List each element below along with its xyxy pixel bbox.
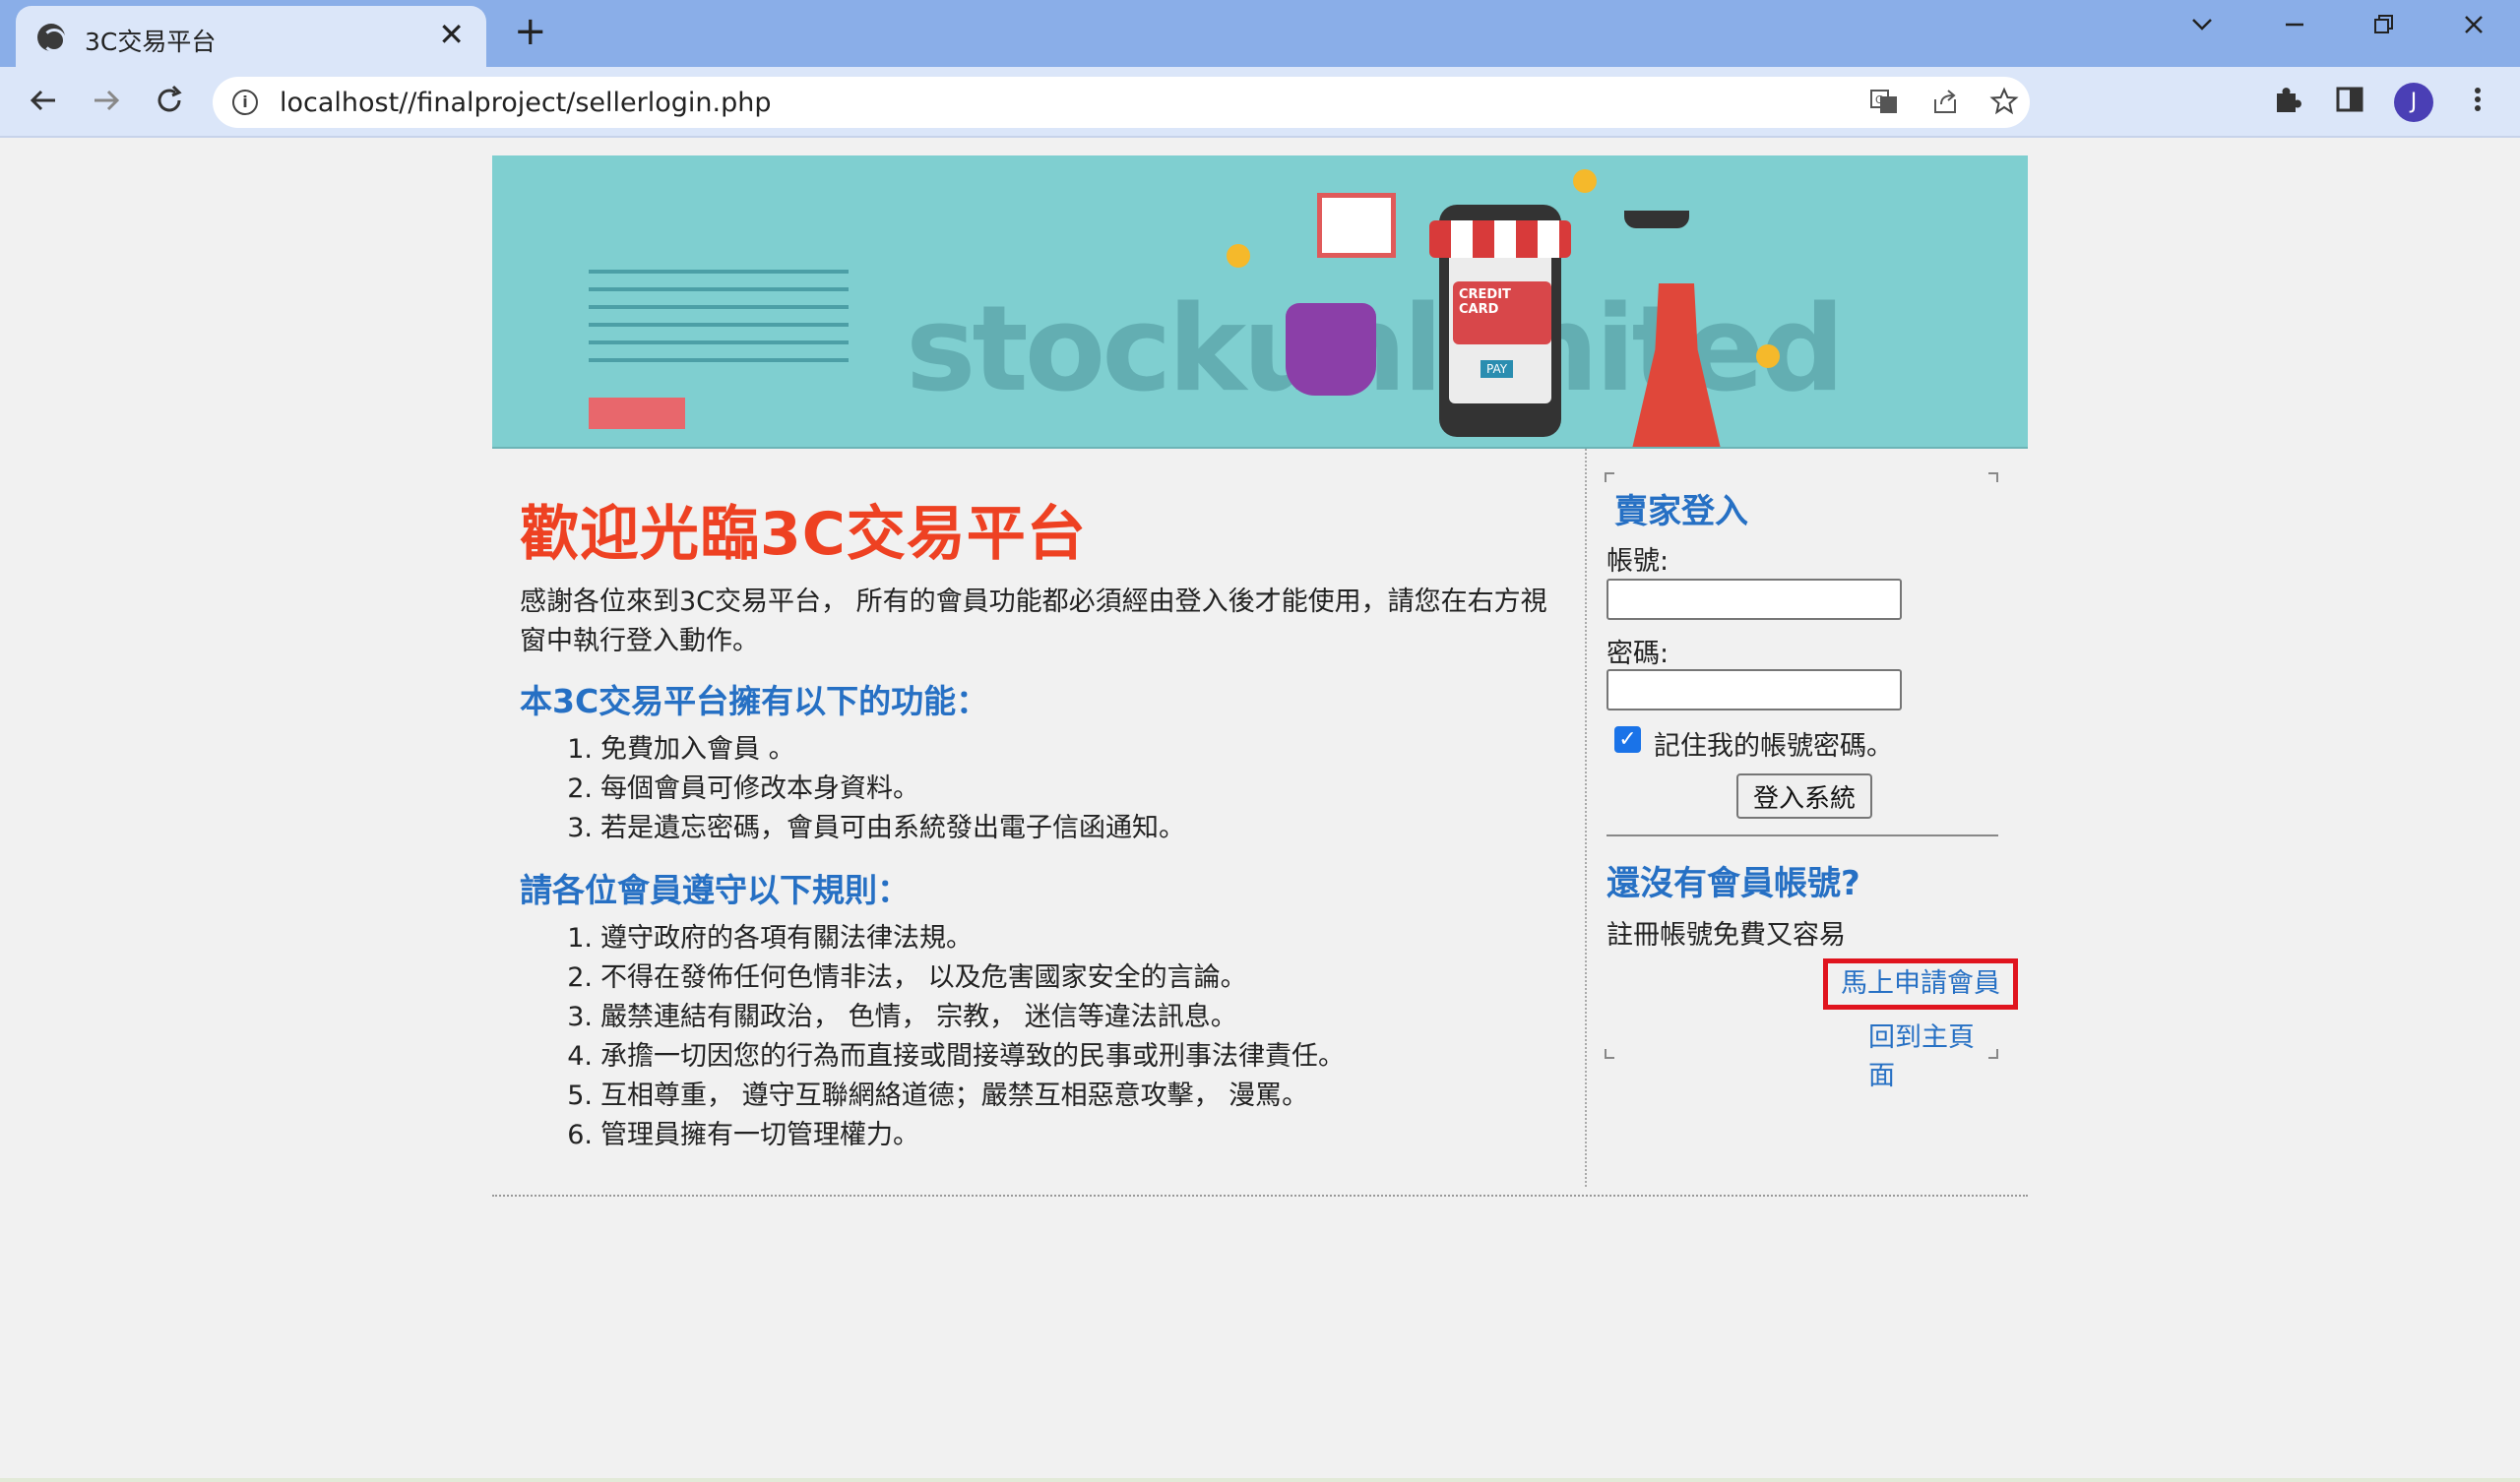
browser-tab[interactable]: 3C交易平台 ✕ [16, 6, 486, 67]
header-banner: stockunlimited CREDIT CARD PAY [492, 155, 2028, 449]
extensions-icon[interactable] [2270, 83, 2303, 124]
list-item: 5. 互相尊重， 遵守互聯網絡道德；嚴禁互相惡意攻擊， 漫罵。 [567, 1081, 1309, 1111]
browser-toolbar: i localhost//finalproject/sellerlogin.ph… [0, 67, 2520, 138]
sidebar-icon[interactable] [2333, 83, 2366, 124]
info-icon[interactable]: i [232, 90, 258, 115]
banner-red-block [589, 398, 685, 429]
sunglasses-icon [1624, 211, 1689, 228]
coin-icon [1573, 169, 1597, 193]
menu-icon[interactable] [2461, 83, 2494, 124]
close-icon[interactable]: ✕ [438, 19, 465, 50]
forward-icon[interactable] [87, 81, 126, 129]
credit-card-text: CREDIT CARD [1459, 287, 1511, 317]
list-item: 2. 每個會員可修改本身資料。 [567, 773, 919, 804]
main-area: 歡迎光臨3C交易平台 感謝各位來到3C交易平台， 所有的會員功能都必須經由登入後… [492, 449, 2028, 1197]
list-item: 2. 不得在發佈任何色情非法， 以及危害國家安全的言論。 [567, 962, 1247, 993]
banner-line [589, 270, 849, 274]
divider [1606, 834, 1998, 836]
panel-corner [1605, 1049, 1614, 1059]
free-register-text: 註冊帳號免費又容易 [1606, 920, 1846, 951]
shop-awning [1429, 220, 1571, 258]
login-button[interactable]: 登入系統 [1736, 773, 1872, 819]
list-item: 1. 遵守政府的各項有關法律法規。 [567, 923, 973, 954]
credit-card-icon: CREDIT CARD [1453, 281, 1551, 344]
list-item: 3. 嚴禁連結有關政治， 色情， 宗教， 迷信等違法訊息。 [567, 1002, 1237, 1032]
handbag-icon [1286, 303, 1376, 396]
page-bottom-edge [0, 1478, 2520, 1482]
translate-icon[interactable]: G [1868, 86, 1900, 125]
panel-corner [1605, 472, 1614, 482]
login-title: 賣家登入 [1614, 492, 1748, 531]
banner-line [589, 323, 849, 327]
gift-icon [1317, 193, 1396, 258]
features-heading: 本3C交易平台擁有以下的功能： [520, 682, 989, 720]
chevron-down-icon[interactable] [2187, 10, 2217, 50]
pay-button-graphic: PAY [1480, 360, 1514, 378]
back-home-link[interactable]: 回到主頁面 [1868, 1016, 1998, 1092]
account-field[interactable] [1606, 579, 1902, 620]
login-panel: 賣家登入 帳號: 密碼: ✓ 記住我的帳號密碼。 登入系統 還沒有會員帳號? 註… [1605, 472, 2018, 1091]
coin-icon [1756, 344, 1780, 368]
content-panel: 歡迎光臨3C交易平台 感謝各位來到3C交易平台， 所有的會員功能都必須經由登入後… [492, 449, 1587, 1187]
apply-member-link[interactable]: 馬上申請會員 [1823, 958, 2018, 1010]
banner-line [589, 340, 849, 344]
banner-line [589, 287, 849, 291]
remember-checkbox[interactable]: ✓ [1614, 726, 1641, 753]
password-field[interactable] [1606, 669, 1902, 710]
password-label: 密碼: [1606, 639, 1670, 669]
profile-avatar[interactable]: J [2394, 83, 2433, 122]
no-account-heading: 還沒有會員帳號? [1606, 864, 1860, 903]
url-text[interactable]: localhost//finalproject/sellerlogin.php [280, 88, 772, 118]
list-item: 1. 免費加入會員 。 [567, 734, 795, 765]
coin-icon [1227, 244, 1250, 268]
rules-list: 1. 遵守政府的各項有關法律法規。 2. 不得在發佈任何色情非法， 以及危害國家安全… [522, 919, 1345, 1155]
back-icon[interactable] [24, 81, 63, 129]
star-icon[interactable] [1988, 86, 2020, 125]
tab-title: 3C交易平台 [85, 28, 217, 56]
account-label: 帳號: [1606, 546, 1670, 577]
banner-line [589, 358, 849, 362]
list-item: 3. 若是遺忘密碼，會員可由系統發出電子信函通知。 [567, 813, 1185, 843]
list-item: 4. 承擔一切因您的行為而直接或間接導致的民事或刑事法律責任。 [567, 1041, 1345, 1072]
rules-heading: 請各位會員遵守以下規則： [520, 871, 910, 909]
phone-shop-icon: CREDIT CARD PAY [1429, 205, 1571, 437]
address-bar[interactable]: i localhost//finalproject/sellerlogin.ph… [213, 77, 2030, 128]
remember-label[interactable]: 記住我的帳號密碼。 [1654, 724, 1893, 763]
share-icon[interactable] [1929, 86, 1961, 125]
intro-text: 感謝各位來到3C交易平台， 所有的會員功能都必須經由登入後才能使用，請您在右方視… [520, 587, 1547, 656]
panel-corner [1988, 472, 1998, 482]
reload-icon[interactable] [150, 81, 189, 129]
tab-strip: 3C交易平台 ✕ + [0, 0, 2520, 67]
plus-icon[interactable]: + [514, 12, 547, 51]
list-item: 6. 管理員擁有一切管理權力。 [567, 1120, 919, 1150]
window-close-icon[interactable] [2459, 10, 2488, 50]
banner-line [589, 305, 849, 309]
minimize-icon[interactable] [2280, 10, 2309, 50]
page-title: 歡迎光臨3C交易平台 [520, 500, 1087, 569]
restore-icon[interactable] [2368, 10, 2398, 50]
globe-icon [37, 24, 66, 52]
features-list: 1. 免費加入會員 。 2. 每個會員可修改本身資料。 3. 若是遺忘密碼，會員可由系… [522, 730, 1185, 848]
svg-text:G: G [1875, 93, 1884, 106]
